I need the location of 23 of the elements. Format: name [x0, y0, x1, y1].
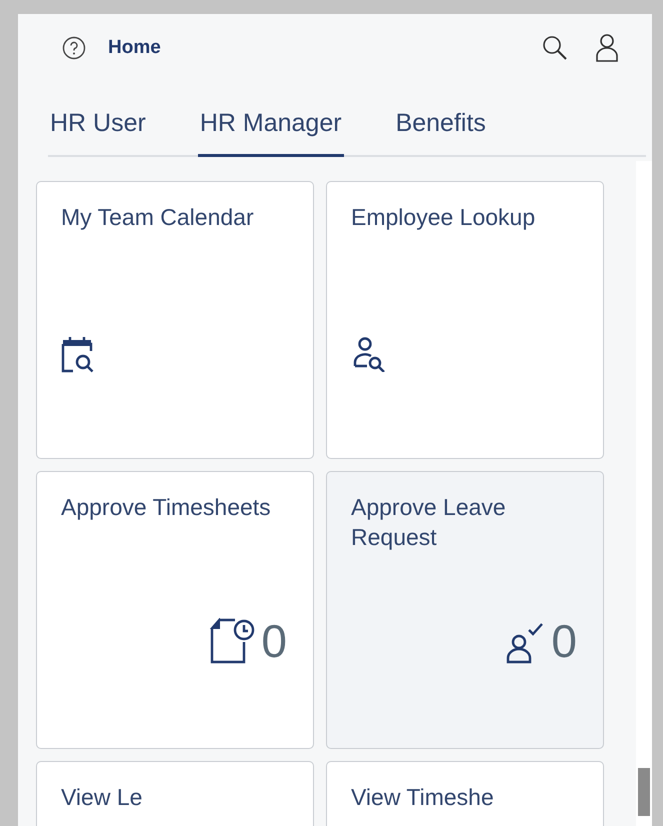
user-button[interactable]: [596, 34, 618, 62]
app-tile[interactable]: Approve Timesheets 0: [36, 471, 314, 749]
app-tile[interactable]: Approve Leave Request 0: [326, 471, 604, 749]
tile-title: View Le: [61, 783, 144, 812]
tile-count: 0: [551, 618, 577, 664]
tile-count: 0: [261, 618, 287, 664]
app-tile[interactable]: My Team Calendar: [36, 181, 314, 459]
document-clock-icon: [209, 618, 256, 664]
app-tile[interactable]: View Le: [36, 761, 314, 826]
tile-title: Employee Lookup: [351, 203, 536, 232]
tab[interactable]: HR User: [48, 109, 148, 157]
tab[interactable]: HR Manager: [198, 109, 344, 157]
app-tile[interactable]: Employee Lookup: [326, 181, 604, 459]
tile-title: View Timeshe: [351, 783, 495, 812]
tile-title: Approve Leave Request: [351, 493, 507, 552]
search-button[interactable]: [542, 35, 568, 61]
page-title: Home: [108, 37, 162, 59]
scrollbar[interactable]: [636, 161, 652, 826]
help-button[interactable]: [62, 36, 86, 60]
tile-title: Approve Timesheets: [61, 493, 272, 522]
tab[interactable]: Benefits: [394, 109, 488, 157]
tile-title: My Team Calendar: [61, 203, 255, 232]
app-tile[interactable]: View Timeshe: [326, 761, 604, 826]
